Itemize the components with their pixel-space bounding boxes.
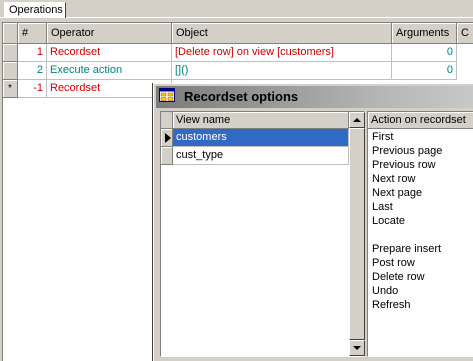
dialog-title: Recordset options xyxy=(184,89,299,104)
row-indicator xyxy=(161,147,173,165)
object-cell[interactable]: [Delete row] on view [customers] xyxy=(172,44,392,62)
list-corner xyxy=(161,112,173,129)
view-name-header[interactable]: View name xyxy=(173,112,349,129)
action-separator xyxy=(368,228,473,242)
row-number[interactable]: -1 xyxy=(18,80,47,98)
arguments-cell[interactable]: 0 xyxy=(392,44,457,62)
arrow-up-icon xyxy=(353,118,361,122)
row-indicator[interactable] xyxy=(3,62,18,80)
action-items: First Previous page Previous row Next ro… xyxy=(368,130,473,312)
dialog-title-bar[interactable]: Recordset options xyxy=(156,86,473,108)
action-locate[interactable]: Locate xyxy=(368,214,473,228)
recordset-options-dialog[interactable]: Recordset options View name customers cu… xyxy=(153,83,473,361)
action-header[interactable]: Action on recordset xyxy=(368,112,473,129)
scroll-thumb[interactable] xyxy=(349,128,365,340)
row-number[interactable]: 1 xyxy=(18,44,47,62)
action-previous-page[interactable]: Previous page xyxy=(368,144,473,158)
scroll-up-button[interactable] xyxy=(349,112,365,128)
action-delete-row[interactable]: Delete row xyxy=(368,270,473,284)
new-row-indicator[interactable]: * xyxy=(3,80,18,98)
col-header-c[interactable]: C xyxy=(457,23,473,44)
tab-operations[interactable]: Operations xyxy=(4,2,66,18)
action-undo[interactable]: Undo xyxy=(368,284,473,298)
action-last[interactable]: Last xyxy=(368,200,473,214)
col-header-object[interactable]: Object xyxy=(172,23,392,44)
scroll-down-button[interactable] xyxy=(349,340,365,356)
view-name-list[interactable]: View name customers cust_type xyxy=(160,111,365,357)
action-next-row[interactable]: Next row xyxy=(368,172,473,186)
action-list[interactable]: Action on recordset First Previous page … xyxy=(367,111,473,357)
row-indicator[interactable] xyxy=(3,44,18,62)
grid-corner xyxy=(3,23,18,44)
operator-cell[interactable]: Execute action xyxy=(47,62,172,80)
action-next-page[interactable]: Next page xyxy=(368,186,473,200)
action-prepare-insert[interactable]: Prepare insert xyxy=(368,242,473,256)
col-header-operator[interactable]: Operator xyxy=(47,23,172,44)
operator-cell[interactable]: Recordset xyxy=(47,44,172,62)
row-pointer-icon xyxy=(165,133,171,143)
action-post-row[interactable]: Post row xyxy=(368,256,473,270)
col-header-arguments[interactable]: Arguments xyxy=(392,23,457,44)
object-cell[interactable]: []() xyxy=(172,62,392,80)
row-number[interactable]: 2 xyxy=(18,62,47,80)
view-item-cust-type[interactable]: cust_type xyxy=(173,147,349,165)
tab-strip-line xyxy=(0,17,473,18)
arrow-down-icon xyxy=(353,346,361,350)
view-item-customers[interactable]: customers xyxy=(173,129,349,147)
current-row-indicator xyxy=(161,129,173,147)
arguments-cell[interactable]: 0 xyxy=(392,62,457,80)
tab-operations-label: Operations xyxy=(9,4,63,16)
action-first[interactable]: First xyxy=(368,130,473,144)
recordset-window-icon xyxy=(159,88,175,102)
view-list-scrollbar[interactable] xyxy=(349,112,365,356)
action-refresh[interactable]: Refresh xyxy=(368,298,473,312)
col-header-number[interactable]: # xyxy=(18,23,47,44)
action-previous-row[interactable]: Previous row xyxy=(368,158,473,172)
